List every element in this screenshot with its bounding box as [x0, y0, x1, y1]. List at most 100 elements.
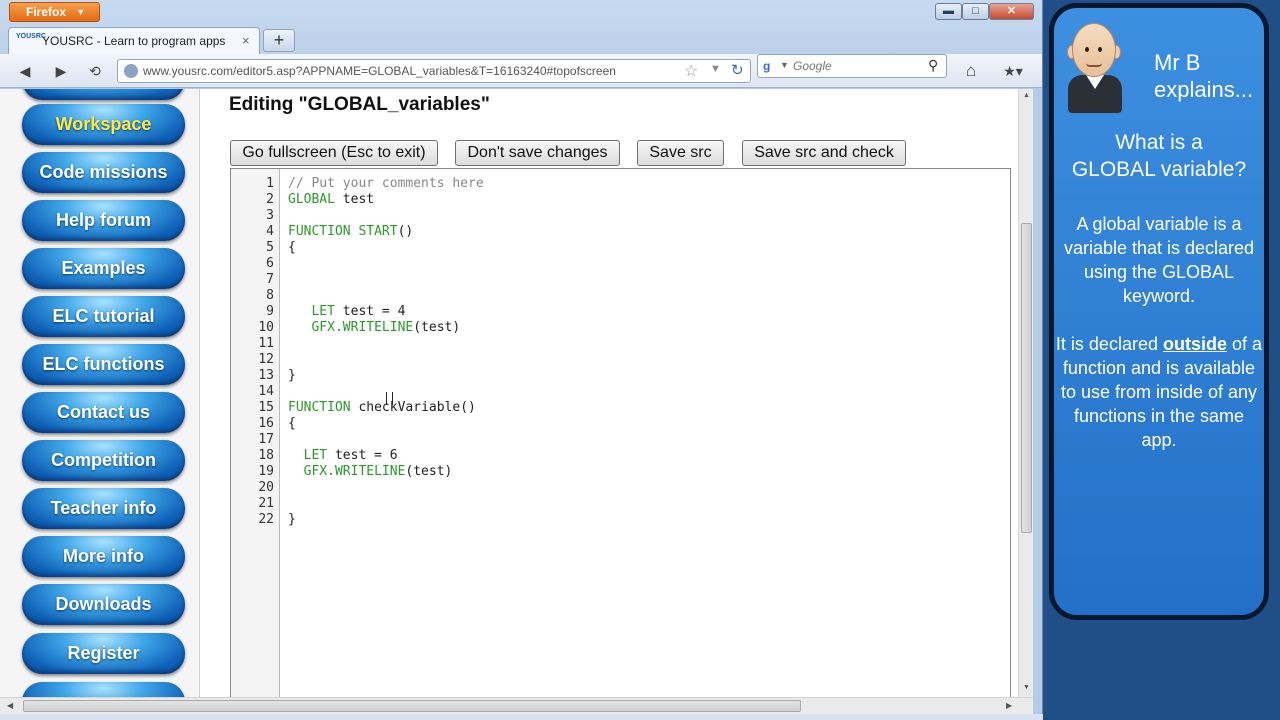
horizontal-scrollbar[interactable]: ◀ ▶ [0, 697, 1033, 714]
search-engine-dropdown-icon[interactable]: ▼ [780, 60, 789, 70]
code-line[interactable]: LET test = 4 [288, 304, 484, 320]
site-identity-icon[interactable] [124, 64, 138, 78]
code-rest: checkVariable() [350, 400, 476, 415]
line-number-gutter: 1 2 3 4 5 6 7 8 9 10 11 12 13 14 15 16 17 18 19 20 21 22 [231, 169, 280, 697]
code-line[interactable]: { [288, 416, 484, 432]
browser-tab[interactable]: YOUSRC YOUSRC - Learn to program apps × [8, 27, 260, 54]
firefox-menu-button[interactable]: Firefox ▼ [9, 2, 100, 22]
forward-button[interactable]: ▶ [50, 62, 72, 80]
code-line[interactable]: { [288, 240, 484, 256]
close-window-button[interactable]: ✕ [989, 3, 1034, 20]
search-icon[interactable]: ⚲ [928, 57, 938, 74]
save-and-check-button[interactable]: Save src and check [742, 140, 906, 166]
scroll-right-icon[interactable]: ▶ [1006, 701, 1012, 710]
scroll-left-icon[interactable]: ◀ [7, 701, 13, 710]
question-line-2: GLOBAL variable? [1071, 158, 1247, 181]
line-number: 11 [258, 336, 274, 351]
code-editor[interactable]: 1 2 3 4 5 6 7 8 9 10 11 12 13 14 15 16 17 18 19 20 21 22 // P… [230, 168, 1011, 697]
code-line[interactable] [288, 352, 484, 368]
url-text[interactable]: www.yousrc.com/editor5.asp?APPNAME=GLOBA… [143, 64, 616, 78]
reload-icon[interactable]: ↻ [731, 61, 744, 79]
code-line[interactable] [288, 256, 484, 272]
sidebar-item-register[interactable]: Register [22, 633, 185, 674]
line-number: 13 [258, 368, 274, 383]
sidebar-item-examples[interactable]: Examples [22, 248, 185, 289]
sidebar-item-workspace[interactable]: Workspace [22, 104, 185, 145]
code-line[interactable]: } [288, 368, 484, 384]
line-number: 14 [258, 384, 274, 399]
google-icon[interactable]: g [763, 59, 777, 73]
status-bar [0, 714, 1043, 720]
scroll-up-icon[interactable]: ▲ [1023, 92, 1030, 99]
line-number: 4 [266, 224, 274, 239]
save-src-button[interactable]: Save src [637, 140, 724, 166]
bookmark-star-icon[interactable]: ☆ [684, 61, 698, 81]
code-line[interactable] [288, 288, 484, 304]
dont-save-button[interactable]: Don't save changes [455, 140, 620, 166]
code-rest: () [397, 224, 414, 239]
sidebar-item-downloads[interactable]: Downloads [22, 584, 185, 625]
sidebar-item-teacher-info[interactable]: Teacher info [22, 488, 185, 529]
code-line[interactable] [288, 272, 484, 288]
home-icon[interactable]: ⌂ [960, 62, 982, 80]
firefox-menu-label: Firefox [26, 5, 67, 19]
code-line[interactable] [288, 208, 484, 224]
code-rest: test = 6 [327, 448, 398, 463]
code-line[interactable] [288, 432, 484, 448]
sidebar-item-elc-functions[interactable]: ELC functions [22, 344, 185, 385]
code-rest: test [334, 192, 375, 207]
sidebar-item-partial[interactable] [22, 89, 185, 100]
code-text[interactable]: // Put your comments here GLOBAL test FUNC… [288, 176, 484, 528]
code-line[interactable]: GFX.WRITELINE(test) [288, 464, 484, 480]
code-rest: (test) [413, 320, 461, 335]
vertical-scroll-thumb[interactable] [1021, 223, 1032, 533]
bookmarks-menu-button[interactable]: ★▾ [998, 62, 1028, 80]
code-keyword: FUNCTION START [288, 224, 398, 239]
horizontal-scroll-thumb[interactable] [23, 700, 801, 712]
sidebar-item-elc-tutorial[interactable]: ELC tutorial [22, 296, 185, 337]
url-bar[interactable]: www.yousrc.com/editor5.asp?APPNAME=GLOBA… [117, 59, 751, 83]
code-line[interactable]: FUNCTION START() [288, 224, 484, 240]
code-line[interactable] [288, 336, 484, 352]
vertical-scrollbar[interactable]: ▲ ▼ [1018, 89, 1033, 697]
code-line[interactable] [288, 496, 484, 512]
explanation-paragraph-2: It is declared outside of a function and… [1054, 332, 1264, 452]
url-dropdown-icon[interactable]: ▼ [710, 63, 721, 75]
code-text-span: { [288, 240, 296, 255]
code-line[interactable]: // Put your comments here [288, 176, 484, 192]
paragraph-2-start: It is declared [1055, 334, 1158, 354]
sidebar-item-more-info[interactable]: More info [22, 536, 185, 577]
code-line[interactable] [288, 480, 484, 496]
line-number: 21 [258, 496, 274, 511]
navigation-toolbar: ◀ ▶ ⟲ www.yousrc.com/editor5.asp?APPNAME… [0, 54, 1042, 88]
back-button[interactable]: ◀ [14, 62, 36, 80]
line-number: 9 [266, 304, 274, 319]
tab-close-icon[interactable]: × [242, 33, 250, 48]
sidebar-item-help-forum[interactable]: Help forum [22, 200, 185, 241]
code-line[interactable]: } [288, 512, 484, 528]
presenter-name: Mr B [1154, 50, 1201, 75]
sidebar-item-competition[interactable]: Competition [22, 440, 185, 481]
history-icon[interactable]: ⟲ [84, 62, 106, 80]
new-tab-button[interactable]: + [263, 29, 295, 52]
sidebar-item-partial[interactable] [22, 682, 185, 697]
minimize-button[interactable]: ▬ [935, 3, 962, 20]
code-keyword: GFX.WRITELINE [303, 464, 406, 479]
avatar-eye [1098, 47, 1102, 52]
page-title: Editing "GLOBAL_variables" [229, 94, 490, 115]
sidebar-item-contact-us[interactable]: Contact us [22, 392, 185, 433]
browser-window: Firefox ▼ ▬ □ ✕ YOUSRC YOUSRC - Learn to… [0, 0, 1043, 720]
code-line[interactable]: LET test = 6 [288, 448, 484, 464]
text-cursor-icon [386, 392, 393, 405]
search-bar[interactable]: g ▼ Google ⚲ [757, 54, 947, 78]
code-line[interactable]: GFX.WRITELINE(test) [288, 320, 484, 336]
code-line[interactable]: GLOBAL test [288, 192, 484, 208]
scroll-down-icon[interactable]: ▼ [1023, 684, 1030, 691]
explanation-paragraph-1: A global variable is a variable that is … [1063, 214, 1255, 306]
fullscreen-button[interactable]: Go fullscreen (Esc to exit) [230, 140, 438, 166]
maximize-button[interactable]: □ [962, 3, 989, 20]
search-input[interactable]: Google [793, 59, 832, 73]
sidebar-item-code-missions[interactable]: Code missions [22, 152, 185, 193]
line-number: 12 [258, 352, 274, 367]
